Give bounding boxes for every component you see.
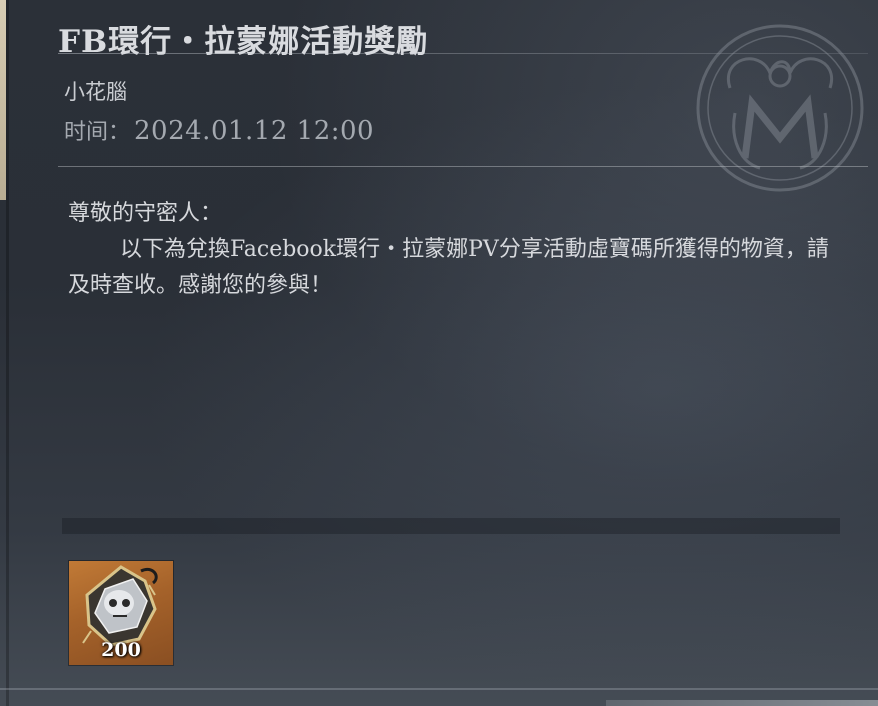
bottom-divider	[0, 688, 878, 690]
mail-sender: 小花腦	[64, 80, 127, 104]
mail-body: 尊敬的守密人： 以下為兌換Facebook環行・拉蒙娜PV分享活動虛寶碼所獲得的…	[68, 196, 838, 304]
attachment-quantity: 200	[101, 639, 141, 661]
attachment-separator	[62, 518, 840, 534]
left-edge-shadow	[6, 0, 9, 706]
attachment-item[interactable]: 200	[69, 561, 173, 665]
time-value: 2024.01.12 12:00	[134, 116, 375, 146]
bottom-accent-bar	[606, 700, 878, 706]
mail-message: 以下為兌換Facebook環行・拉蒙娜PV分享活動虛寶碼所獲得的物資，請及時查收…	[68, 237, 829, 298]
emblem-seal-icon	[696, 24, 864, 192]
time-label: 时间：	[64, 120, 131, 145]
mail-title: FB環行・拉蒙娜活動獎勵	[58, 24, 429, 60]
header-divider	[58, 166, 868, 167]
mail-time-row: 时间： 2024.01.12 12:00	[64, 114, 374, 146]
mail-greeting: 尊敬的守密人：	[68, 201, 223, 226]
